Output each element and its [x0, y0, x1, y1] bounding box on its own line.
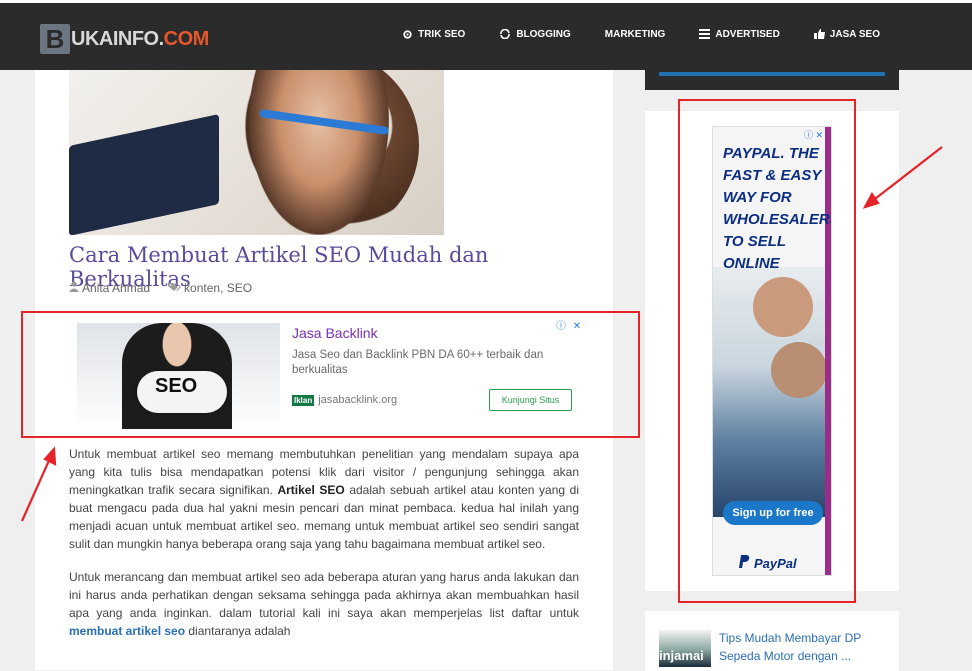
logo-mark: B [40, 24, 70, 54]
refresh-icon [500, 29, 511, 39]
gear-icon [403, 29, 412, 39]
post-hero-image [69, 70, 444, 235]
logo-text: UKAINFO. [71, 27, 164, 50]
highlight-box-sidebar-ad [678, 99, 856, 603]
top-navbar: B UKAINFO. COM TRIK SEO BLOGGING MARKETIN… [0, 0, 972, 70]
related-post-link[interactable]: Tips Mudah Membayar DP Sepeda Motor deng… [719, 629, 879, 665]
paragraph-2: Untuk merancang dan membuat artikel seo … [69, 570, 579, 638]
related-thumbnail[interactable]: injamai [659, 630, 711, 667]
sidebar-search-widget [645, 70, 899, 90]
nav-marketing[interactable]: MARKETING [605, 25, 666, 43]
post-meta: Anita Ahmad konten, SEO [69, 281, 252, 295]
nav-label: BLOGGING [516, 28, 571, 40]
thumbnail-text: injamai [659, 648, 704, 663]
nav-label: JASA SEO [829, 28, 880, 40]
nav-label: ADVERTISED [715, 28, 780, 40]
nav-label: TRIK SEO [418, 28, 466, 40]
post-tags: konten, SEO [168, 281, 252, 295]
thumbs-up-icon [813, 29, 825, 39]
list-icon [699, 29, 711, 39]
nav-trik-seo[interactable]: TRIK SEO [402, 25, 465, 43]
paragraph-1: Untuk membuat artikel seo memang membutu… [69, 447, 580, 551]
post-tags-list[interactable]: konten, SEO [184, 281, 252, 295]
nav-label: MARKETING [604, 28, 666, 40]
article-link[interactable]: membuat artikel seo [69, 624, 185, 638]
user-icon [69, 281, 79, 295]
tags-icon [168, 281, 182, 295]
nav-jasa-seo[interactable]: JASA SEO [813, 25, 880, 43]
main-nav: TRIK SEO BLOGGING MARKETING ADVERTISED J… [368, 25, 880, 43]
nav-blogging[interactable]: BLOGGING [499, 25, 571, 43]
highlight-box-inline-ad [21, 311, 640, 438]
nav-advertised[interactable]: ADVERTISED [699, 25, 780, 43]
logo-com: COM [163, 27, 210, 50]
site-logo[interactable]: B UKAINFO. COM [40, 24, 210, 54]
post-author[interactable]: Anita Ahmad [82, 281, 150, 295]
